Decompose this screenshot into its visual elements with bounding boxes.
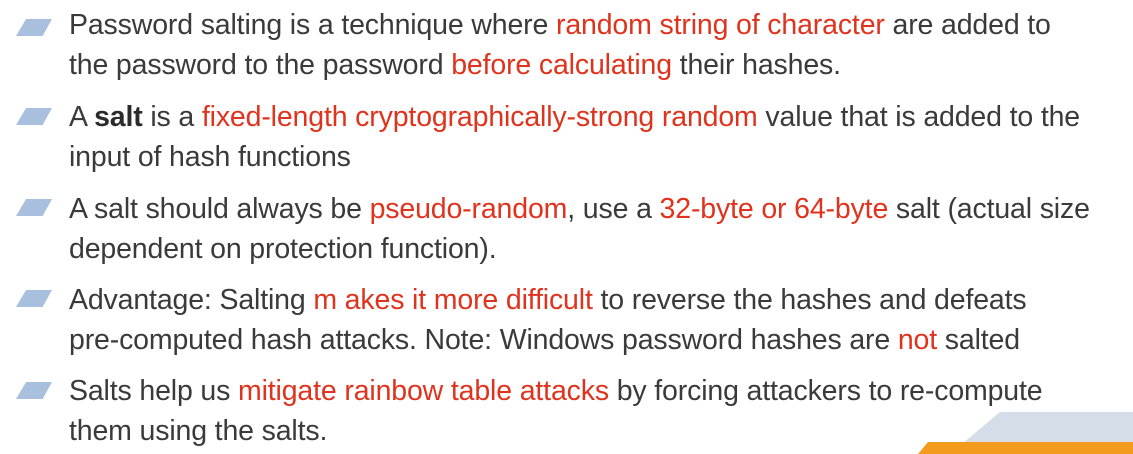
text-run: A salt should always be — [69, 193, 370, 225]
text-run: , use a — [567, 193, 660, 225]
text-run: to reverse the hashes and defeats — [592, 284, 1027, 316]
text-run: are added to — [884, 9, 1051, 41]
bullet-line: A salt should always be pseudo-random, u… — [69, 189, 1129, 229]
bullet-line: the password to the password before calc… — [69, 45, 1129, 85]
bullet-line: dependent on protection function). — [69, 229, 1129, 269]
highlight-text: m akes it more difficult — [313, 284, 593, 316]
highlight-text: 32-byte or 64-byte — [659, 193, 889, 225]
text-run: Salts help us — [69, 375, 238, 407]
text-run: pre-computed hash attacks. Note: Windows… — [69, 324, 898, 356]
bullet-text: Password salting is a technique where ra… — [69, 5, 1129, 85]
text-run: value that is added to the — [757, 101, 1080, 133]
bullet-marker-icon — [16, 199, 52, 216]
text-run: by forcing attackers to re-compute — [608, 375, 1043, 407]
text-run: them using the salts. — [69, 415, 328, 447]
highlight-text: mitigate rainbow table attacks — [238, 375, 609, 407]
corner-decoration — [918, 412, 1133, 454]
highlight-text: random string of character — [555, 9, 885, 41]
bullet-marker-icon — [16, 19, 52, 36]
text-run: salt (actual size — [888, 193, 1090, 225]
bullet-line: A salt is a fixed-length cryptographical… — [69, 97, 1129, 137]
bullet-text: A salt is a fixed-length cryptographical… — [69, 97, 1129, 177]
bullet-line: pre-computed hash attacks. Note: Windows… — [69, 320, 1129, 360]
text-run: input of hash functions — [69, 141, 351, 173]
text-run: the password to the password — [69, 49, 452, 81]
corner-orange-stripe — [918, 442, 1133, 454]
text-run: their hashes. — [671, 49, 841, 81]
text-run: is a — [142, 101, 202, 133]
text-run: Password salting is a technique where — [69, 9, 556, 41]
text-run: Advantage: Salting — [69, 284, 314, 316]
bullet-line: Advantage: Salting m akes it more diffic… — [69, 280, 1129, 320]
highlight-text: pseudo-random — [369, 193, 568, 225]
bullet-marker-icon — [16, 382, 52, 399]
bold-text: salt — [94, 101, 143, 133]
highlight-text: before calculating — [451, 49, 672, 81]
bullet-text: Advantage: Salting m akes it more diffic… — [69, 280, 1129, 360]
highlight-text: not — [897, 324, 938, 356]
bullet-line: Salts help us mitigate rainbow table att… — [69, 371, 1129, 411]
bullet-line: Password salting is a technique where ra… — [69, 5, 1129, 45]
bullet-line: input of hash functions — [69, 137, 1129, 177]
bullet-marker-icon — [16, 290, 52, 307]
highlight-text: fixed-length cryptographically-strong ra… — [201, 101, 758, 133]
text-run: dependent on protection function). — [69, 233, 497, 265]
bullet-text: A salt should always be pseudo-random, u… — [69, 189, 1129, 269]
text-run: salted — [937, 324, 1020, 356]
text-run: A — [69, 101, 95, 133]
bullet-marker-icon — [16, 108, 52, 125]
